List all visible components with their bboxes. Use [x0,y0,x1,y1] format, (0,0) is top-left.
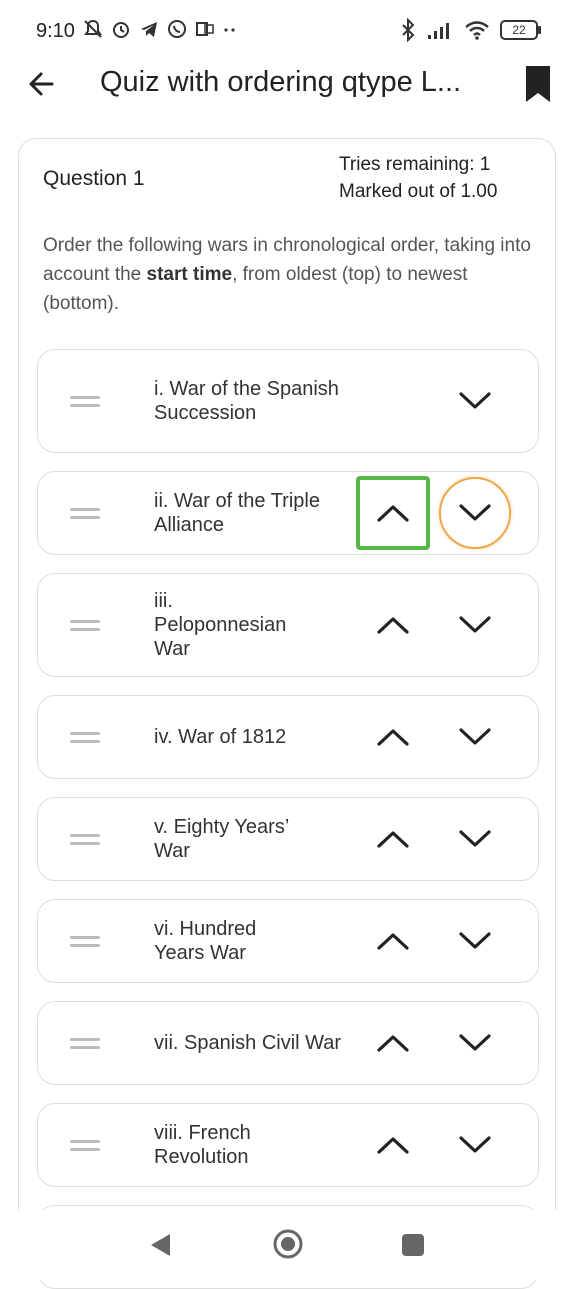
move-down-button[interactable] [439,477,511,549]
nav-home-icon[interactable] [272,1228,304,1260]
chevron-up-icon [377,505,409,522]
question-card: Question 1 Tries remaining: 1 Marked out… [18,138,556,1289]
chevron-up-icon [377,729,409,746]
item-label: viii. French Revolution [154,1122,251,1168]
item-label: iv. War of 1812 [154,726,287,748]
drag-handle-icon[interactable] [70,505,100,521]
chevron-down-icon [459,616,491,633]
move-up-button[interactable] [369,1121,417,1169]
item-label: vii. Spanish Civil War [154,1032,342,1054]
item-label: iii. Peloponnesian War [154,590,287,660]
move-down-button[interactable] [451,713,499,761]
ordering-item[interactable]: viii. French Revolution [37,1103,539,1187]
battery-icon: 22 [500,20,541,40]
ordering-item[interactable]: vii. Spanish Civil War [37,1001,539,1085]
outlook-icon [196,22,214,36]
chevron-up-icon [377,617,409,634]
chevron-down-icon [459,392,491,409]
ordering-item[interactable]: iii. Peloponnesian War [37,573,539,677]
move-up-button[interactable] [369,601,417,649]
more-notifications-icon [224,28,235,32]
status-time: 9:10 [36,20,75,42]
bluetooth-icon [402,18,415,42]
chevron-up-icon [377,1137,409,1154]
ordering-item[interactable]: iv. War of 1812 [37,695,539,779]
nav-back-icon[interactable] [148,1232,174,1258]
drag-handle-icon[interactable] [70,1137,100,1153]
ordering-item[interactable]: v. Eighty Years’ War [37,797,539,881]
bookmark-icon[interactable] [518,64,558,104]
move-up-button[interactable] [356,476,430,550]
chevron-up-icon [377,933,409,950]
chevron-down-icon [459,830,491,847]
drag-handle-icon[interactable] [70,933,100,949]
move-down-button[interactable] [451,1019,499,1067]
ordering-item[interactable]: ii. War of the Triple Alliance [37,471,539,555]
system-nav-bar [0,1210,576,1280]
back-arrow-icon[interactable] [22,64,62,104]
status-icons-right: 22 [400,18,541,42]
question-info: Tries remaining: 1 Marked out of 1.00 [339,151,497,205]
alarm-icon [113,22,129,38]
item-label: ii. War of the Triple Alliance [154,490,320,536]
question-title: Question 1 [43,167,145,190]
chevron-down-icon [459,1034,491,1051]
drag-handle-icon[interactable] [70,617,100,633]
chevron-down-icon [459,932,491,949]
move-down-button[interactable] [451,1121,499,1169]
chevron-down-icon [459,504,491,521]
move-down-button[interactable] [451,917,499,965]
move-up-button[interactable] [369,917,417,965]
mute-notification-icon [84,19,102,38]
drag-handle-icon[interactable] [70,393,100,409]
chevron-down-icon [459,728,491,745]
item-label: i. War of the Spanish Succession [154,378,339,424]
drag-handle-icon[interactable] [70,1035,100,1051]
marked-out-of: Marked out of 1.00 [339,181,498,202]
whatsapp-icon [168,20,186,38]
chevron-up-icon [377,831,409,848]
item-label: v. Eighty Years’ War [154,816,289,862]
tries-remaining: Tries remaining: 1 [339,154,491,175]
move-down-button[interactable] [451,601,499,649]
move-up-button[interactable] [369,713,417,761]
signal-icon [428,23,449,39]
drag-handle-icon[interactable] [70,831,100,847]
drag-handle-icon[interactable] [70,729,100,745]
telegram-icon [141,22,157,37]
question-text: Order the following wars in chronologica… [43,235,531,314]
ordering-item[interactable]: vi. Hundred Years War [37,899,539,983]
move-down-button[interactable] [451,377,499,425]
item-label: vi. Hundred Years War [154,918,257,964]
status-icons-left [82,18,238,40]
status-bar: 9:10 22 [0,0,576,64]
page-title: Quiz with ordering qtype L... [100,66,462,98]
wifi-icon [465,21,489,40]
move-up-button[interactable] [369,815,417,863]
nav-recents-icon[interactable] [402,1234,424,1256]
ordering-item[interactable]: i. War of the Spanish Succession [37,349,539,453]
chevron-up-icon [377,1035,409,1052]
app-bar: Quiz with ordering qtype L... [0,56,576,112]
move-down-button[interactable] [451,815,499,863]
move-up-button[interactable] [369,1019,417,1067]
chevron-down-icon [459,1136,491,1153]
